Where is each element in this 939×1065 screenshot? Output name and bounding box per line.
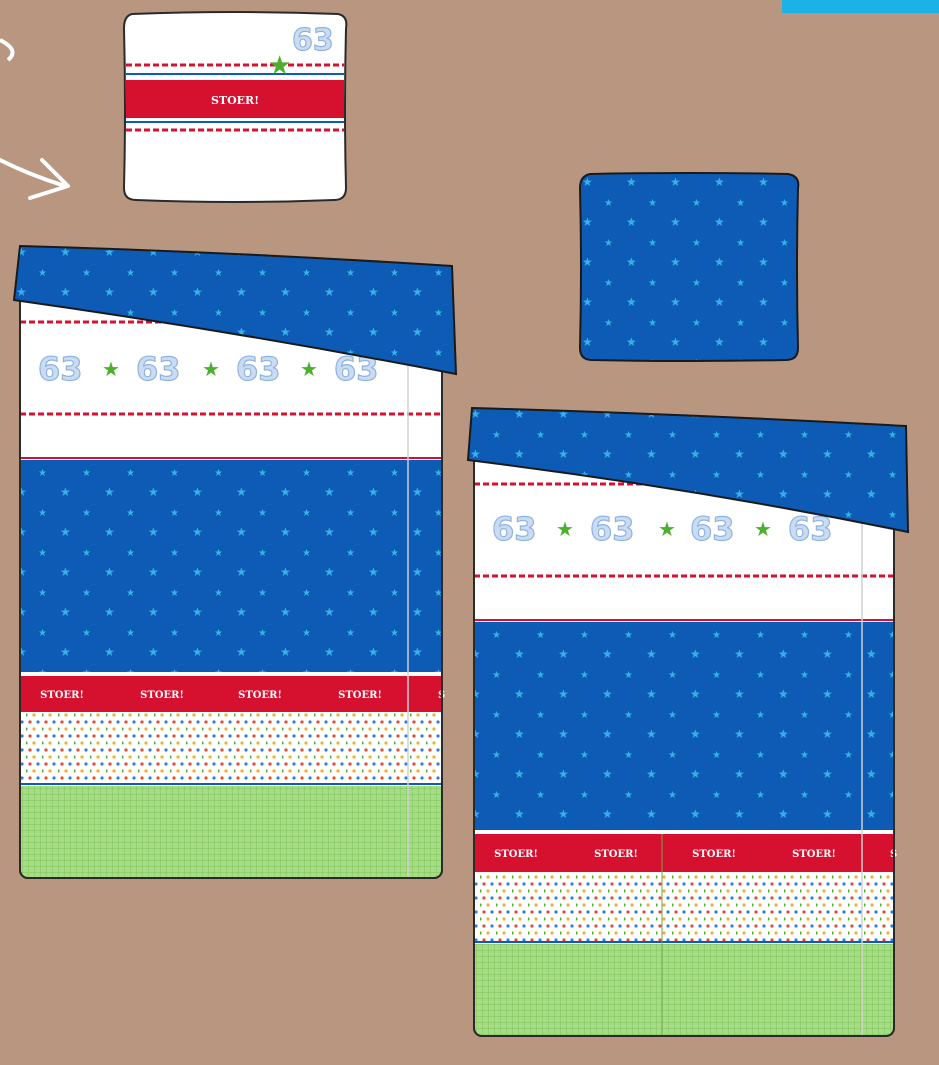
svg-text:★: ★ [556, 517, 574, 541]
svg-text:★: ★ [202, 357, 220, 381]
accent-bar [782, 0, 939, 13]
star-icon: ★ [268, 51, 291, 81]
svg-text:★: ★ [300, 357, 318, 381]
pillow-number: 63 [292, 23, 334, 58]
band-label: STOER! [40, 690, 84, 701]
pillow-label: STOER! [211, 94, 259, 107]
band-label: STOER! [692, 849, 736, 860]
band-label: STOER! [140, 690, 184, 701]
svg-text:★: ★ [754, 517, 772, 541]
band-label: STOER! [238, 690, 282, 701]
pillow-white: STOER! 63 ★ [120, 10, 350, 206]
pillow-blue [576, 172, 802, 364]
band-label: STOER! [594, 849, 638, 860]
duvet-right-number: 63 [492, 510, 537, 548]
duvet-right-number: 63 [690, 510, 735, 548]
band-label: STOER! [338, 690, 382, 701]
duvet-left-number: 63 [38, 350, 83, 388]
band-label: STOER! [494, 849, 538, 860]
duvet-left: 63 ★ 63 ★ 63 ★ 63 STOER! STOER! STOER! S… [10, 242, 460, 882]
svg-text:★: ★ [658, 517, 676, 541]
duvet-left-number: 63 [236, 350, 281, 388]
band-label: STOER! [792, 849, 836, 860]
svg-text:★: ★ [102, 357, 120, 381]
duvet-right-number: 63 [590, 510, 635, 548]
duvet-left-number: 63 [136, 350, 181, 388]
duvet-right: 63 ★ 63 ★ 63 ★ 63 STOER! STOER! STOER! S… [464, 404, 914, 1044]
